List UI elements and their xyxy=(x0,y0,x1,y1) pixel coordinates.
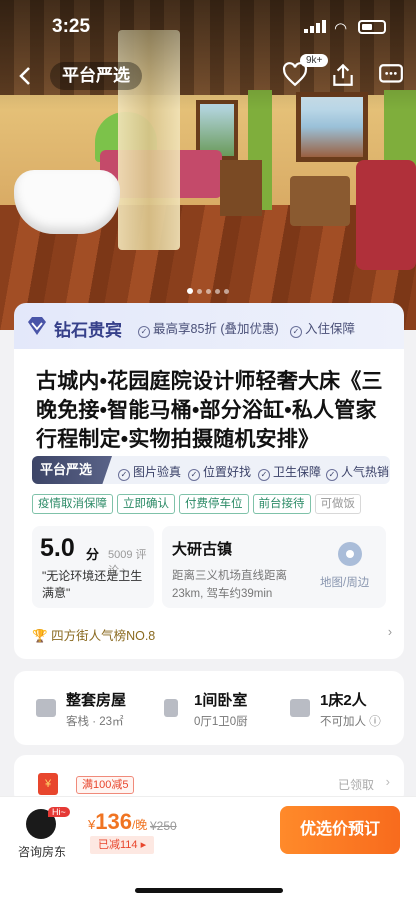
hi-badge: Hi~ xyxy=(48,807,70,817)
book-button[interactable]: 优选价预订 xyxy=(280,806,400,854)
check-circle-icon: ✓ xyxy=(290,326,302,338)
member-perk: ✓ 最高享85折 (叠加优惠) xyxy=(138,318,279,338)
guarantee-text: 图片验真 xyxy=(133,465,182,479)
rating-box[interactable]: 5.0 分 5009 评论 › "无论环境还是卫生满意" xyxy=(32,526,154,608)
photo-table xyxy=(290,176,350,226)
map-pin-icon xyxy=(338,542,362,566)
rating-unit: 分 xyxy=(86,547,100,562)
ask-host-label[interactable]: 咨询房东 xyxy=(18,843,66,860)
guarantee-text: 位置好找 xyxy=(203,465,252,479)
wifi-icon: ◠ xyxy=(334,20,348,37)
bottom-bar: Hi~ 咨询房东 ¥136/晚 ¥250 已减114 ▸ 优选价预订 xyxy=(0,796,416,900)
top-nav: 平台严选 9k+ xyxy=(0,54,416,92)
original-price: ¥250 xyxy=(150,819,177,833)
message-button[interactable] xyxy=(378,62,404,88)
gallery-dot xyxy=(224,289,229,294)
feature-tag: 疫情取消保障 xyxy=(32,494,113,514)
member-perk-text: 入住保障 xyxy=(305,322,356,336)
battery-icon xyxy=(358,20,386,34)
feature-tags: 疫情取消保障 立即确认 付费停车位 前台接待 可做饭 xyxy=(32,494,392,514)
room-type-title: 整套房屋 xyxy=(66,692,127,709)
feature-tag: 立即确认 xyxy=(117,494,175,514)
status-time: 3:25 xyxy=(52,16,91,37)
brand-badge: 平台严选 xyxy=(50,62,142,90)
price-amount: 136 xyxy=(95,809,132,834)
feature-tag: 可做饭 xyxy=(314,494,361,514)
chevron-left-icon xyxy=(19,67,30,85)
listing-card: 古城内•花园庭院设计师轻奢大床《三晚免接•智能马桶•部分浴缸•私人管家行程制定•… xyxy=(14,349,404,659)
member-perk: ✓ 入住保障 xyxy=(290,318,355,338)
home-indicator xyxy=(135,888,283,893)
gallery-dot xyxy=(197,289,202,294)
ranking-text: 四方街人气榜NO.8 xyxy=(51,629,156,643)
guarantee-item: ✓ 人气热销 xyxy=(326,463,389,481)
guarantee-text: 卫生保障 xyxy=(273,465,322,479)
gallery-indicator xyxy=(0,281,416,299)
bedrooms-sub: 0厅1卫0厨 xyxy=(194,716,248,728)
status-bar: 3:25 ◠ xyxy=(0,14,416,40)
diamond-icon xyxy=(28,317,46,335)
price-per: /晚 xyxy=(131,818,148,832)
map-link[interactable]: 地图/周边 xyxy=(320,574,369,590)
guarantee-bar[interactable]: 平台严选 ✓ 图片验真 ✓ 位置好找 ✓ 卫生保障 ✓ 人气热销 xyxy=(32,456,390,484)
guarantee-item: ✓ 卫生保障 xyxy=(258,463,321,481)
price: ¥136/晚 xyxy=(88,809,147,835)
guarantee-text: 人气热销 xyxy=(341,465,390,479)
bed-icon xyxy=(290,699,310,717)
chat-icon xyxy=(379,64,403,83)
member-perk-text: 最高享85折 (叠加优惠) xyxy=(153,322,279,336)
member-label: 钻石贵宾 xyxy=(54,321,122,340)
room-type-sub: 客栈 · 23㎡ xyxy=(66,716,124,728)
chevron-right-icon: › xyxy=(385,774,390,789)
coupon-badge: 满100减5 xyxy=(76,776,135,794)
trophy-icon: 🏆 xyxy=(32,629,48,643)
review-quote: "无论环境还是卫生满意" xyxy=(42,569,143,600)
back-button[interactable] xyxy=(14,64,38,88)
door-icon xyxy=(164,699,178,717)
photo-bathtub xyxy=(14,170,120,234)
red-packet-icon: ¥ xyxy=(38,773,58,795)
location-distance: 距离三义机场直线距离23km, 驾车约39min xyxy=(172,570,287,600)
share-button[interactable] xyxy=(330,62,356,88)
share-icon xyxy=(333,63,353,86)
location-box[interactable]: 大研古镇 距离三义机场直线距离23km, 驾车约39min 地图/周边 xyxy=(162,526,386,608)
discount-badge[interactable]: 已减114 ▸ xyxy=(90,836,155,854)
listing-title: 古城内•花园庭院设计师轻奢大床《三晚免接•智能马桶•部分浴缸•私人管家行程制定•… xyxy=(36,370,383,451)
gallery-dot xyxy=(206,289,211,294)
feature-tag: 前台接待 xyxy=(252,494,311,514)
feature-tag: 付费停车位 xyxy=(179,494,249,514)
favorite-count-badge: 9k+ xyxy=(300,54,329,67)
photo-cabinet xyxy=(220,160,262,216)
room-info-card[interactable]: 整套房屋 客栈 · 23㎡ 1间卧室 0厅1卫0厨 1床2人 不可加人 ⓘ xyxy=(14,671,404,745)
house-icon xyxy=(36,699,56,717)
guarantee-item: ✓ 图片验真 xyxy=(118,463,181,481)
gallery-dot xyxy=(215,289,220,294)
location-name: 大研古镇 xyxy=(172,541,233,558)
rating-score: 5.0 xyxy=(40,534,75,562)
gallery-dot xyxy=(187,288,193,294)
bedrooms-title: 1间卧室 xyxy=(194,692,248,709)
guarantee-item: ✓ 位置好找 xyxy=(188,463,251,481)
signal-icon xyxy=(304,20,326,33)
photo-sofa xyxy=(356,160,416,270)
ranking-row[interactable]: 🏆 四方街人气榜NO.8 › xyxy=(32,625,392,644)
guarantee-brand: 平台严选 xyxy=(32,456,112,484)
check-circle-icon: ✓ xyxy=(188,469,200,481)
chevron-right-icon: › xyxy=(387,625,392,639)
check-circle-icon: ✓ xyxy=(258,469,270,481)
beds-sub: 不可加人 ⓘ xyxy=(320,716,381,728)
member-strip[interactable]: 钻石贵宾 ✓ 最高享85折 (叠加优惠) ✓ 入住保障 xyxy=(14,303,404,349)
beds-title: 1床2人 xyxy=(320,692,367,709)
check-circle-icon: ✓ xyxy=(138,326,150,338)
check-circle-icon: ✓ xyxy=(118,469,130,481)
check-circle-icon: ✓ xyxy=(326,469,338,481)
coupon-status: 已领取 xyxy=(337,778,374,792)
